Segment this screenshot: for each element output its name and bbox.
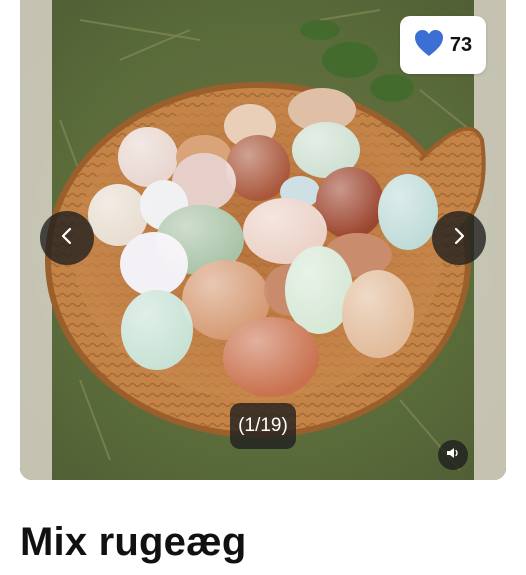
previous-image-button[interactable]: [40, 211, 94, 265]
listing-page: 73 (1/19) Mix rugeæg: [0, 0, 526, 575]
image-gallery[interactable]: 73 (1/19): [20, 0, 506, 480]
like-count: 73: [449, 33, 473, 56]
speaker-icon: [446, 446, 460, 465]
chevron-right-icon: [449, 226, 469, 251]
next-image-button[interactable]: [432, 211, 486, 265]
sound-button[interactable]: [438, 440, 468, 470]
chevron-left-icon: [57, 226, 77, 251]
image-counter: (1/19): [230, 403, 296, 449]
listing-title: Mix rugeæg: [20, 520, 247, 564]
like-button[interactable]: 73: [400, 16, 486, 74]
heart-icon: [414, 29, 444, 62]
